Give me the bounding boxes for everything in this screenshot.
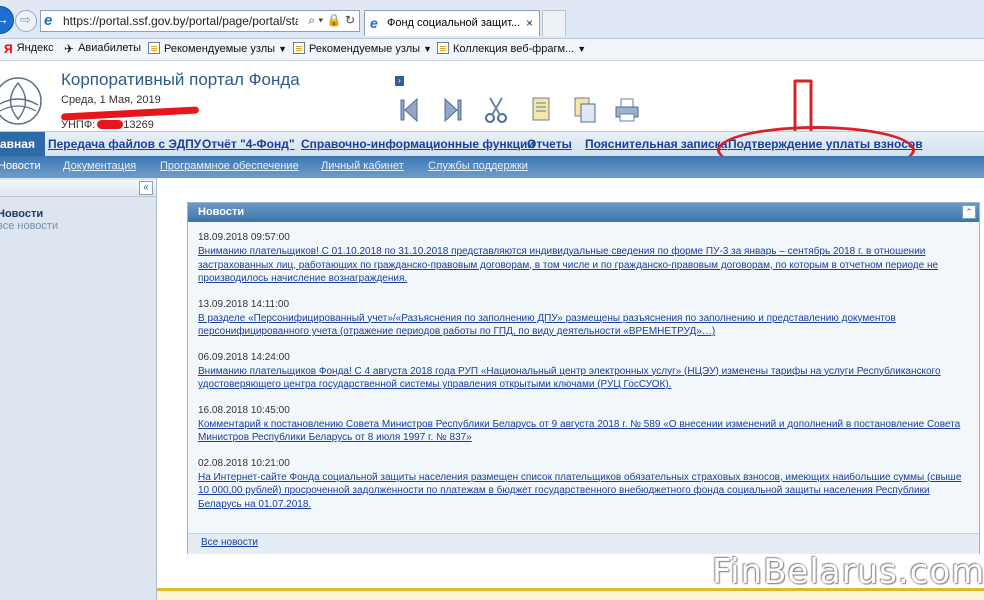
menu-reference-functions[interactable]: Справочно-информационные функции — [301, 137, 535, 151]
tab-title: Фонд социальной защит... — [387, 17, 521, 29]
fund-logo-icon — [0, 77, 42, 125]
copy-icon[interactable] — [571, 95, 599, 125]
back-button[interactable]: → — [0, 6, 14, 34]
favorites-bar: Я Яндекс ✈ Авиабилеты Рекомендуемые узлы ▼ … — [0, 39, 984, 61]
left-panel-header: « — [0, 180, 156, 197]
all-news-link[interactable]: Все новости — [201, 537, 258, 548]
tab-portal[interactable]: e Фонд социальной защит... × — [364, 10, 540, 36]
chevron-down-icon: ▼ — [423, 44, 433, 54]
address-bar[interactable]: e https://portal.ssf.gov.by/portal/page/… — [40, 10, 360, 32]
news-item: 16.08.2018 10:45:00 Комментарий к постан… — [198, 405, 963, 445]
portal-title: Корпоративный портал Фонда — [61, 70, 300, 89]
ie-icon: e — [44, 12, 53, 29]
fav-recommended-1[interactable]: Рекомендуемые узлы ▼ — [148, 42, 287, 55]
news-item: 02.08.2018 10:21:00 На Интернет-сайте Фо… — [198, 458, 963, 512]
left-all-news-link[interactable]: все новости — [0, 220, 58, 232]
page-icon — [293, 42, 305, 54]
fav-recommended-2[interactable]: Рекомендуемые узлы ▼ — [293, 42, 432, 55]
page-icon — [437, 42, 449, 54]
submenu-news[interactable]: Новости — [0, 160, 41, 172]
news-list: 18.09.2018 09:57:00 Вниманию плательщико… — [198, 232, 963, 524]
left-panel: « Новости все новости — [0, 178, 157, 600]
menu-explanatory-note[interactable]: Пояснительная записка — [585, 137, 727, 151]
portal-header: Корпоративный портал Фонда Среда, 1 Мая,… — [0, 61, 984, 173]
news-header: Новости ⌃ — [188, 203, 979, 222]
address-actions-icons[interactable]: ⌕ ▾ 🔒 ↻ — [308, 13, 355, 28]
chevron-down-icon: ▼ — [278, 44, 288, 54]
submenu-software[interactable]: Программное обеспечение — [160, 160, 299, 172]
chevron-down-icon: ▼ — [577, 44, 587, 54]
plane-icon: ✈ — [64, 42, 75, 56]
news-date: 16.08.2018 10:45:00 — [198, 404, 290, 416]
news-link[interactable]: Вниманию плательщиков Фонда! С 4 августа… — [198, 365, 963, 392]
unp-field: УНПФ: 13269 — [61, 119, 154, 131]
news-item: 18.09.2018 09:57:00 Вниманию плательщико… — [198, 232, 963, 286]
menu-edpu-files[interactable]: Передача файлов с ЭДПУ — [48, 137, 201, 151]
fav-aviabilety[interactable]: ✈ Авиабилеты — [64, 42, 141, 56]
redaction-mark — [97, 120, 124, 129]
collapse-news-icon[interactable]: ⌃ — [962, 205, 976, 219]
news-date: 13.09.2018 14:11:00 — [198, 298, 290, 310]
left-news-title[interactable]: Новости — [0, 208, 43, 220]
forward-arrow-icon: ⇨ — [20, 12, 31, 27]
new-tab-button[interactable] — [542, 10, 566, 36]
user-name-redacted — [60, 106, 201, 121]
forward-button[interactable]: ⇨ — [15, 10, 37, 32]
close-icon[interactable]: × — [526, 16, 533, 30]
fav-yandex[interactable]: Я Яндекс — [4, 42, 54, 56]
url-text: https://portal.ssf.gov.by/portal/page/po… — [63, 14, 298, 28]
news-title: Новости — [198, 206, 245, 218]
fav-web-slices[interactable]: Коллекция веб-фрагм... ▼ — [437, 42, 586, 55]
news-link[interactable]: Вниманию плательщиков! С 01.10.2018 по 3… — [198, 245, 963, 286]
print-icon[interactable] — [613, 95, 641, 125]
news-link[interactable]: Комментарий к постановлению Совета Минис… — [198, 418, 963, 445]
browser-toolbar: → ⇨ e https://portal.ssf.gov.by/portal/p… — [0, 0, 984, 39]
menu-reports[interactable]: Отчеты — [527, 137, 572, 151]
news-date: 18.09.2018 09:57:00 — [198, 232, 290, 243]
news-date: 02.08.2018 10:21:00 — [198, 457, 290, 469]
submenu-documentation[interactable]: Документация — [63, 160, 136, 172]
yandex-icon: Я — [4, 42, 13, 56]
submenu-personal-account[interactable]: Личный кабинет — [321, 160, 404, 172]
news-link[interactable]: В разделе «Персонифицированный учет»/«Ра… — [198, 312, 963, 339]
news-item: 06.09.2018 14:24:00 Вниманию плательщико… — [198, 352, 963, 392]
menu-home[interactable]: авная — [0, 132, 45, 156]
sub-menu: Новости Документация Программное обеспеч… — [0, 156, 984, 178]
submenu-support[interactable]: Службы поддержки — [428, 160, 528, 172]
collapse-left-icon[interactable]: « — [139, 181, 153, 195]
next-icon[interactable] — [437, 95, 465, 125]
expand-toggle-icon[interactable]: › — [395, 76, 404, 86]
news-portlet: Новости ⌃ 18.09.2018 09:57:00 Вниманию п… — [187, 202, 980, 554]
scissors-icon[interactable] — [482, 95, 510, 125]
news-link[interactable]: На Интернет-сайте Фонда социальной защит… — [198, 471, 963, 512]
prev-icon[interactable] — [397, 95, 425, 125]
news-footer: Все новости — [188, 533, 979, 554]
news-date: 06.09.2018 14:24:00 — [198, 351, 290, 363]
menu-4-fond-report[interactable]: Отчёт "4-Фонд" — [202, 137, 295, 151]
news-item: 13.09.2018 14:11:00 В разделе «Персонифи… — [198, 299, 963, 339]
watermark: FinBelarus.com — [712, 552, 984, 592]
ie-tab-icon: e — [370, 15, 378, 31]
portal-date: Среда, 1 Мая, 2019 — [61, 94, 161, 106]
document-icon[interactable] — [527, 95, 555, 125]
back-arrow-icon: → — [0, 11, 9, 27]
page-icon — [148, 42, 160, 54]
